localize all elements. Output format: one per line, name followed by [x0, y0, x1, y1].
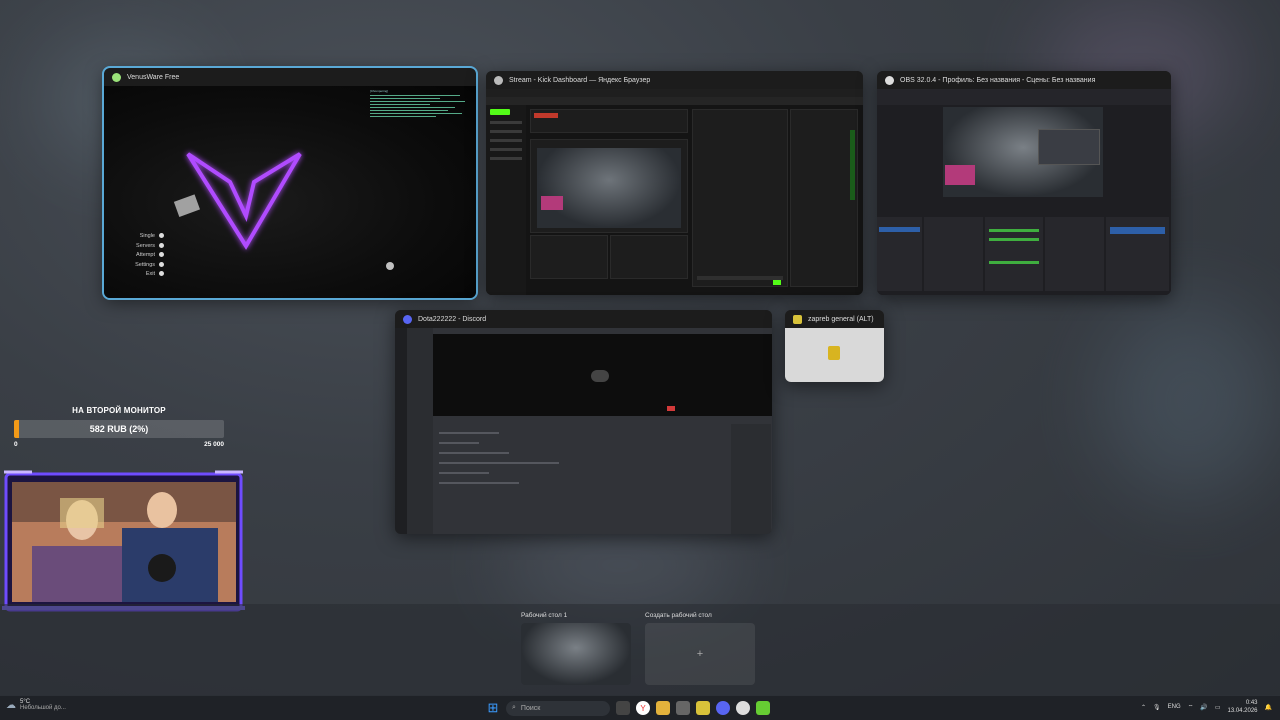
- obs-app-icon: [885, 75, 894, 85]
- taskbar-apps: ⊞ ⌕ Поиск Y: [486, 699, 770, 717]
- virtual-desktops-bar: [0, 604, 1280, 696]
- menu-item-servers[interactable]: Servers: [120, 242, 164, 252]
- browser-addressbar: [486, 97, 863, 105]
- donation-goal-widget: НА ВТОРОЙ МОНИТОР 582 RUB (2%) 0 25 000: [14, 406, 224, 448]
- window-titlebar[interactable]: VenusWare Free: [104, 68, 476, 86]
- taskbar: ☁ 5°C Небольшой до... ⊞ ⌕ Поиск Y ⌃ 🎙 EN…: [0, 695, 1280, 720]
- window-titlebar[interactable]: Dota222222 - Discord: [395, 310, 772, 328]
- menu-item-exit[interactable]: Exit: [120, 270, 164, 280]
- kick-info-panel: [790, 109, 858, 287]
- window-titlebar[interactable]: zapreb general (ALT): [785, 310, 884, 328]
- menu-item-single[interactable]: Single: [120, 232, 164, 242]
- window-title: VenusWare Free: [127, 73, 180, 81]
- lock-icon: [828, 346, 840, 360]
- kick-video-panel: [530, 139, 688, 233]
- clock-time: 0:43: [1245, 700, 1258, 706]
- kick-dashboard-preview: [486, 89, 863, 295]
- donation-min: 0: [14, 441, 18, 448]
- clock-date: 13.04.2026: [1227, 708, 1258, 714]
- notifications-icon[interactable]: 🔔: [1265, 704, 1272, 711]
- donation-max: 25 000: [204, 441, 224, 448]
- browser-tabbar: [486, 89, 863, 97]
- venusware-icon[interactable]: [756, 701, 770, 715]
- window-title: zapreb general (ALT): [808, 315, 874, 323]
- discord-preview: [395, 328, 772, 534]
- webcam-frame: [2, 470, 245, 612]
- weather-desc: Небольшой до...: [20, 705, 66, 711]
- cloud-icon: ☁: [6, 699, 16, 711]
- donation-heading: НА ВТОРОЙ МОНИТОР: [72, 406, 166, 415]
- window-title: OBS 32.0.4 - Профиль: Без названия - Сце…: [900, 76, 1096, 84]
- discord-stream-view: [433, 334, 772, 416]
- background-blur: [1100, 300, 1280, 500]
- new-desktop-label: Создать рабочий стол: [645, 612, 712, 619]
- venusware-app-icon: [112, 72, 121, 82]
- donation-amount: 582 RUB (2%): [89, 424, 149, 434]
- system-tray: ⌃ 🎙 ENG ⌔ 🔊 ▭ 0:43 13.04.2026 🔔: [1141, 699, 1272, 715]
- discord-icon[interactable]: [716, 701, 730, 715]
- alt-app-icon: [793, 314, 802, 324]
- obs-preview: [877, 89, 1171, 295]
- microphone-icon[interactable]: 🎙: [1153, 704, 1161, 711]
- menu-item-attempt[interactable]: Attempt: [120, 251, 164, 261]
- task-view-icon[interactable]: [616, 701, 630, 715]
- file-explorer-icon[interactable]: [656, 701, 670, 715]
- window-venusware[interactable]: VenusWare Free [Chompering] Single Serve…: [102, 66, 478, 300]
- kick-moderation-panel: [610, 235, 688, 279]
- window-alt-general[interactable]: zapreb general (ALT): [785, 310, 884, 382]
- search-placeholder: Поиск: [520, 704, 541, 712]
- kick-stats-panel: [530, 109, 688, 133]
- battery-icon[interactable]: ▭: [1215, 704, 1221, 711]
- volume-icon[interactable]: 🔊: [1200, 704, 1207, 711]
- new-desktop[interactable]: Создать рабочий стол +: [645, 612, 755, 685]
- discord-app-icon: [403, 314, 412, 324]
- language-indicator[interactable]: ENG: [1168, 704, 1181, 710]
- weather-widget[interactable]: ☁ 5°C Небольшой до...: [6, 699, 66, 711]
- obs-canvas: [943, 107, 1103, 197]
- yandex-browser-icon[interactable]: Y: [636, 701, 650, 715]
- window-obs[interactable]: OBS 32.0.4 - Профиль: Без названия - Сце…: [877, 71, 1171, 295]
- alt-preview: [785, 328, 884, 382]
- menu-item-settings[interactable]: Settings: [120, 261, 164, 271]
- venusware-preview: [Chompering] Single Servers Attempt Sett…: [104, 86, 476, 298]
- store-icon[interactable]: [676, 701, 690, 715]
- clock[interactable]: 0:43 13.04.2026: [1227, 699, 1257, 715]
- obs-icon[interactable]: [736, 701, 750, 715]
- venusware-log: [Chompering]: [370, 89, 470, 119]
- yandex-browser-icon: [494, 75, 503, 85]
- plus-icon: +: [696, 648, 704, 660]
- log-heading: [Chompering]: [370, 89, 389, 93]
- window-title: Dota222222 - Discord: [418, 315, 487, 323]
- venusware-menu: Single Servers Attempt Settings Exit: [120, 232, 164, 280]
- search-icon: ⌕: [512, 704, 516, 711]
- kick-sidebar: [486, 105, 526, 295]
- desktop-1-thumbnail[interactable]: [521, 623, 631, 685]
- chevron-up-icon[interactable]: ⌃: [1141, 704, 1146, 711]
- new-desktop-button[interactable]: +: [645, 623, 755, 685]
- window-titlebar[interactable]: OBS 32.0.4 - Профиль: Без названия - Сце…: [877, 71, 1171, 89]
- desktop-1[interactable]: Рабочий стол 1: [521, 612, 631, 685]
- kick-chat-panel: [692, 109, 788, 287]
- window-discord[interactable]: Dota222222 - Discord: [395, 310, 772, 534]
- window-titlebar[interactable]: Stream - Kick Dashboard — Яндекс Браузер: [486, 71, 863, 89]
- kick-activity-panel: [530, 235, 608, 279]
- start-button[interactable]: ⊞: [486, 700, 500, 715]
- alt-app-icon[interactable]: [696, 701, 710, 715]
- wifi-icon[interactable]: ⌔: [1188, 703, 1194, 711]
- donation-progress-bar: 582 RUB (2%): [14, 420, 224, 438]
- obs-docks: [877, 217, 1170, 291]
- webcam-overlay: [2, 468, 245, 616]
- search-box[interactable]: ⌕ Поиск: [506, 700, 610, 716]
- desktop-1-label: Рабочий стол 1: [521, 612, 568, 619]
- window-title: Stream - Kick Dashboard — Яндекс Браузер: [509, 76, 651, 84]
- discord-messages: [439, 424, 719, 534]
- window-kick-dashboard[interactable]: Stream - Kick Dashboard — Яндекс Браузер: [486, 71, 863, 295]
